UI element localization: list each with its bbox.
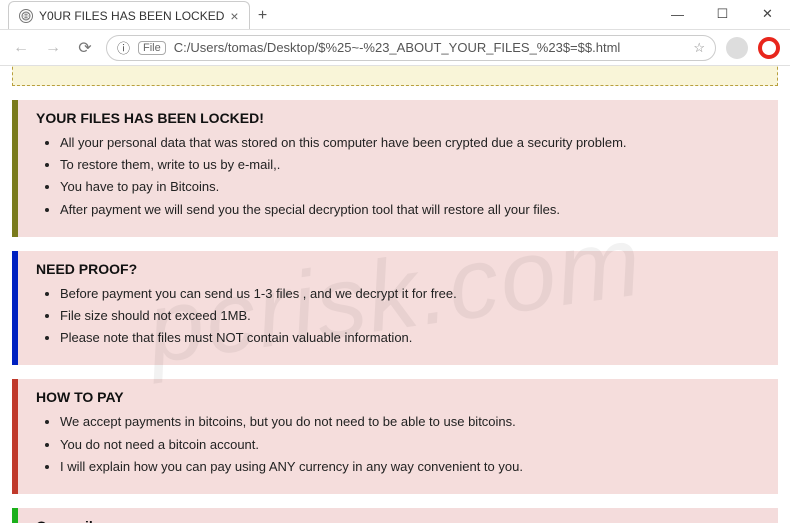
bookmark-star-icon[interactable]: ☆ (693, 40, 705, 56)
section-heading: Our mails (36, 518, 760, 523)
url-text: C:/Users/tomas/Desktop/$%25~-%23_ABOUT_Y… (174, 40, 621, 55)
browser-tab[interactable]: Y0UR FILES HAS BEEN LOCKED × (8, 1, 250, 29)
back-button[interactable]: ← (10, 39, 32, 57)
section-list: Before payment you can send us 1-3 files… (60, 285, 760, 348)
list-item: I will explain how you can pay using ANY… (60, 458, 760, 476)
list-item: After payment we will send you the speci… (60, 201, 760, 219)
section-heading: YOUR FILES HAS BEEN LOCKED! (36, 110, 760, 126)
top-dashed-banner (12, 66, 778, 86)
section-proof: NEED PROOF? Before payment you can send … (12, 251, 778, 366)
info-icon: ⓘ (117, 38, 130, 57)
address-bar[interactable]: ⓘ File C:/Users/tomas/Desktop/$%25~-%23_… (106, 35, 716, 61)
list-item: To restore them, write to us by e-mail,. (60, 156, 760, 174)
tab-title: Y0UR FILES HAS BEEN LOCKED (39, 9, 224, 23)
globe-icon (19, 9, 33, 23)
section-mails: Our mails (12, 508, 778, 523)
list-item: Please note that files must NOT contain … (60, 329, 760, 347)
section-howtopay: HOW TO PAY We accept payments in bitcoin… (12, 379, 778, 494)
list-item: All your personal data that was stored o… (60, 134, 760, 152)
close-tab-icon[interactable]: × (230, 8, 238, 24)
extension-icon[interactable] (758, 37, 780, 59)
list-item: You have to pay in Bitcoins. (60, 178, 760, 196)
titlebar: Y0UR FILES HAS BEEN LOCKED × + — ☐ ✕ (0, 0, 790, 30)
list-item: You do not need a bitcoin account. (60, 436, 760, 454)
list-item: Before payment you can send us 1-3 files… (60, 285, 760, 303)
close-window-button[interactable]: ✕ (745, 0, 790, 29)
section-list: We accept payments in bitcoins, but you … (60, 413, 760, 476)
window-controls: — ☐ ✕ (655, 0, 790, 29)
profile-avatar[interactable] (726, 37, 748, 59)
new-tab-button[interactable]: + (250, 3, 276, 29)
section-heading: NEED PROOF? (36, 261, 760, 277)
section-list: All your personal data that was stored o… (60, 134, 760, 219)
toolbar: ← → ⟳ ⓘ File C:/Users/tomas/Desktop/$%25… (0, 30, 790, 66)
maximize-button[interactable]: ☐ (700, 0, 745, 29)
minimize-button[interactable]: — (655, 0, 700, 29)
page-viewport: YOUR FILES HAS BEEN LOCKED! All your per… (0, 66, 790, 523)
forward-button[interactable]: → (42, 39, 64, 57)
list-item: We accept payments in bitcoins, but you … (60, 413, 760, 431)
section-locked: YOUR FILES HAS BEEN LOCKED! All your per… (12, 100, 778, 237)
file-scheme-badge: File (138, 41, 166, 55)
section-heading: HOW TO PAY (36, 389, 760, 405)
list-item: File size should not exceed 1MB. (60, 307, 760, 325)
reload-button[interactable]: ⟳ (74, 38, 96, 58)
